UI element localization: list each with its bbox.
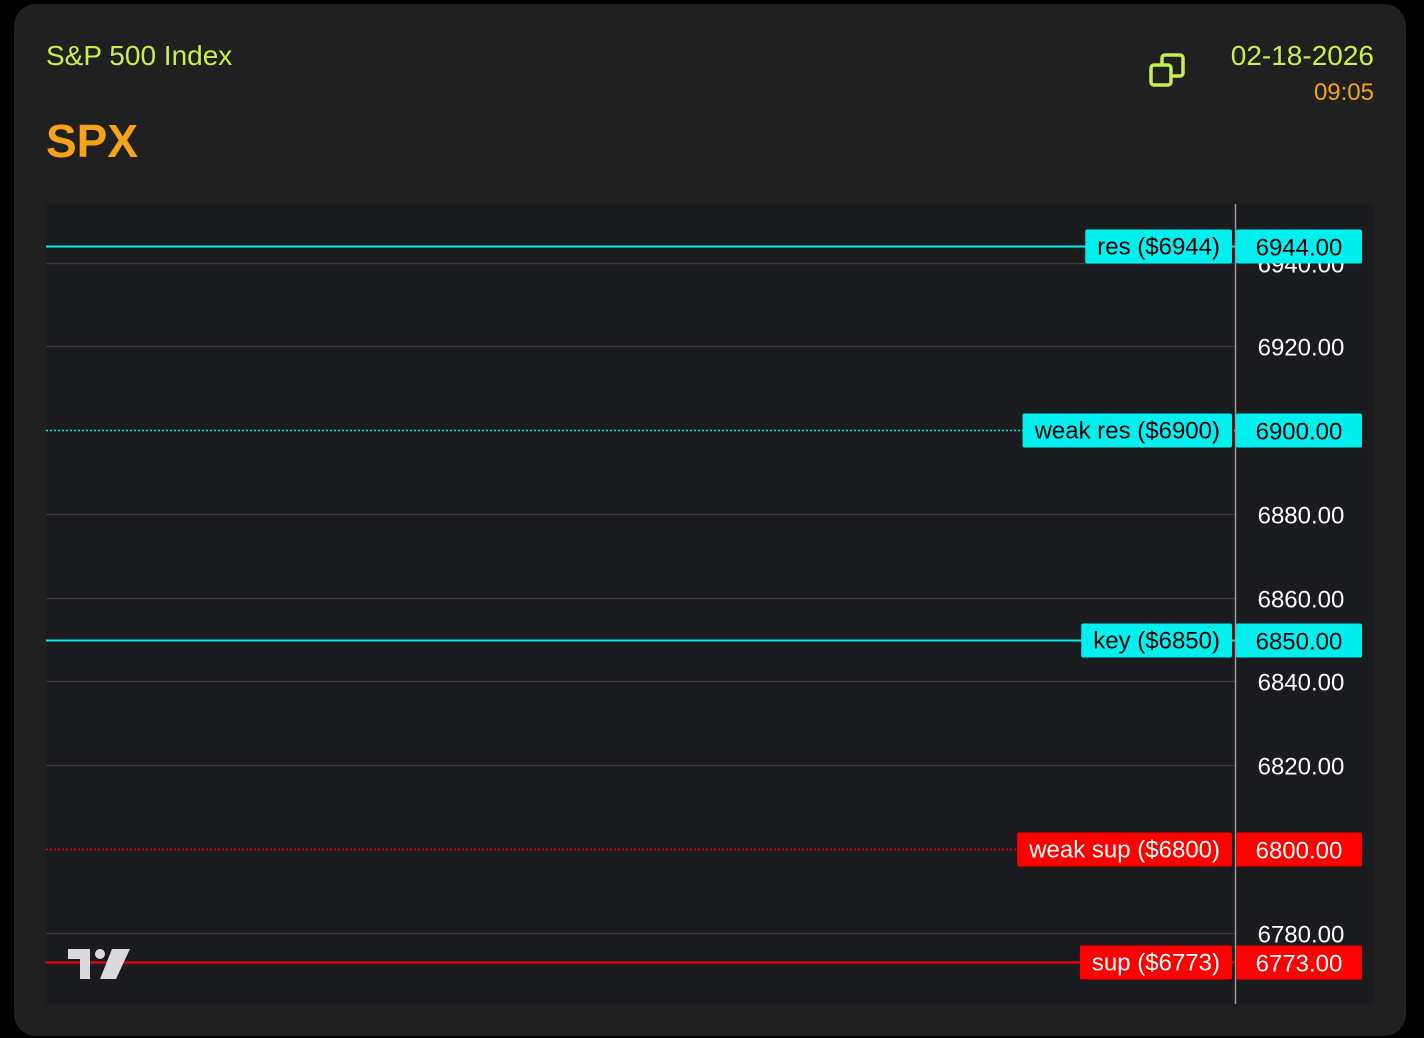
y-tick-label: 6820.00 (1258, 754, 1345, 781)
y-tick-label: 6860.00 (1258, 587, 1345, 614)
level-label: sup ($6773) (1092, 950, 1220, 977)
price-label: 6900.00 (1256, 419, 1343, 446)
y-tick-label: 6880.00 (1258, 503, 1345, 530)
price-label: 6944.00 (1256, 235, 1343, 262)
copy-icon[interactable] (1148, 50, 1188, 90)
price-label: 6800.00 (1256, 838, 1343, 865)
level-label: weak res ($6900) (1034, 418, 1220, 445)
level-label: res ($6944) (1097, 234, 1220, 261)
company-name: S&P 500 Index (46, 40, 233, 71)
level-label: key ($6850) (1093, 628, 1220, 655)
y-tick-label: 6780.00 (1258, 922, 1345, 949)
y-tick-label: 6920.00 (1258, 335, 1345, 362)
price-label: 6850.00 (1256, 629, 1343, 656)
y-tick-label: 6840.00 (1258, 670, 1345, 697)
date-label: 02-18-2026 (1230, 40, 1374, 71)
price-chart[interactable]: 6940.00 6920.00 6880.00 6860.00 6840.00 6820.… (46, 204, 1374, 1004)
tradingview-logo (68, 949, 130, 979)
time-label: 09:05 (1313, 79, 1374, 106)
chart-svg: 6940.006920.006880.006860.006840.006820.… (46, 204, 1362, 1004)
ticker-symbol: SPX (46, 115, 139, 167)
price-label: 6773.00 (1256, 951, 1343, 978)
level-label: weak sup ($6800) (1028, 837, 1220, 864)
